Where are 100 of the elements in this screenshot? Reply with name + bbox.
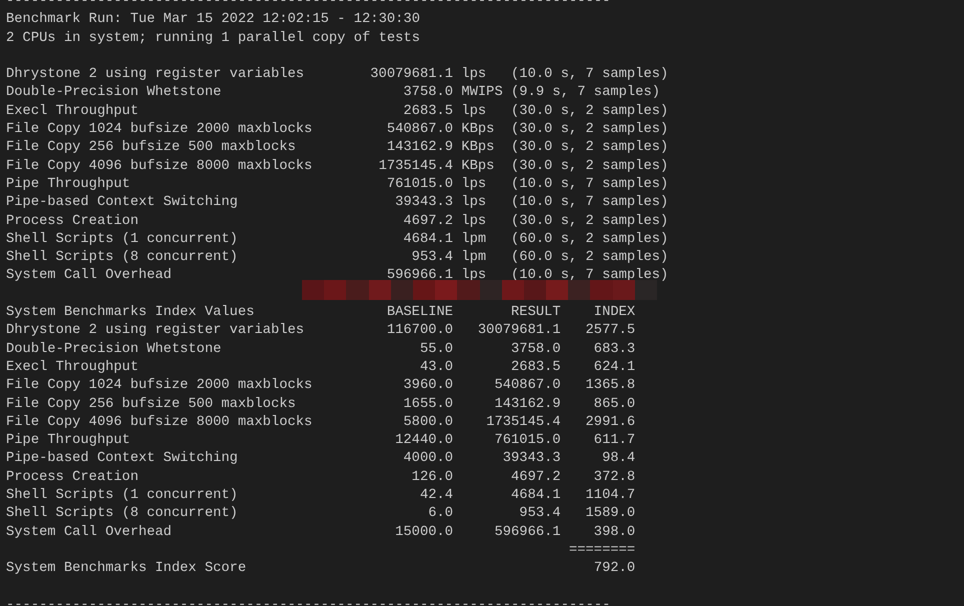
index-value: 624.1 [592, 358, 636, 377]
unit-label: lpm [461, 230, 488, 249]
index-value: 372.8 [592, 468, 636, 487]
test-name: File Copy 4096 bufsize 8000 maxblocks [6, 158, 314, 176]
baseline-value: 43.0 [418, 358, 454, 377]
result-value: 4684.1 [402, 230, 454, 249]
result-value: 2683.5 [402, 102, 454, 121]
test-name: File Copy 1024 bufsize 2000 maxblocks [6, 121, 314, 140]
index-value: 398.0 [592, 524, 636, 542]
sample-info: (10.0 s, 7 samples) [511, 194, 668, 212]
test-name: Process Creation [6, 212, 140, 231]
baseline-value: 116700.0 [386, 322, 454, 340]
index-value: 2991.6 [584, 414, 636, 432]
test-name: File Copy 256 bufsize 500 maxblocks [6, 139, 297, 158]
result-value: 761015.0 [386, 176, 454, 194]
index-value: 1365.8 [584, 377, 636, 396]
unit-label: KBps [461, 139, 496, 158]
column-header: RESULT [510, 304, 561, 322]
baseline-value: 12440.0 [394, 432, 454, 450]
test-name: File Copy 256 bufsize 500 maxblocks [6, 396, 297, 414]
unit-label: lps [461, 66, 488, 84]
result-value: 39343.3 [394, 194, 454, 212]
test-name: Process Creation [6, 468, 140, 487]
unit-label: KBps [461, 121, 496, 140]
unit-label: lps [461, 212, 488, 231]
result-value: 596966.1 [386, 267, 454, 286]
test-name: Pipe-based Context Switching [6, 194, 239, 212]
baseline-value: 15000.0 [394, 524, 454, 542]
baseline-value: 126.0 [410, 468, 454, 487]
separator-line: ------------------------------------------------------------------------- [6, 596, 610, 606]
sample-info: (30.0 s, 2 samples) [511, 102, 668, 121]
result-value: 4697.2 [402, 212, 454, 231]
index-value: 98.4 [601, 450, 636, 468]
index-value: 1104.7 [584, 487, 636, 506]
result-value: 953.4 [518, 505, 561, 524]
test-name: Shell Scripts (1 concurrent) [6, 487, 239, 506]
unit-label: lpm [461, 249, 488, 268]
sample-info: (30.0 s, 2 samples) [511, 121, 668, 140]
test-name: Double-Precision Whetstone [6, 340, 222, 359]
sample-info: (9.9 s, 7 samples) [511, 84, 660, 102]
result-value: 1735145.4 [378, 158, 454, 176]
baseline-value: 3960.0 [402, 377, 454, 396]
sample-info: (30.0 s, 2 samples) [511, 158, 668, 176]
result-value: 143162.9 [386, 139, 454, 158]
result-value: 540867.0 [386, 121, 454, 140]
test-name: Double-Precision Whetstone [6, 84, 222, 102]
result-value: 30079681.1 [369, 66, 454, 84]
sample-info: (10.0 s, 7 samples) [511, 66, 668, 84]
unit-label: MWIPS [461, 84, 504, 102]
test-name: Dhrystone 2 using register variables [6, 322, 306, 340]
result-value: 596966.1 [493, 524, 561, 542]
sample-info: (10.0 s, 7 samples) [511, 176, 668, 194]
sample-info: (10.0 s, 7 samples) [511, 267, 668, 286]
index-value: 611.7 [592, 432, 636, 450]
cpu-info: 2 CPUs in system; running 1 parallel copy of tests [6, 30, 420, 48]
result-value: 4684.1 [510, 487, 561, 506]
sample-info: (60.0 s, 2 samples) [511, 249, 668, 268]
sample-info: (30.0 s, 2 samples) [511, 139, 668, 158]
score-value: 792.0 [592, 560, 636, 578]
result-value: 1735145.4 [485, 414, 561, 432]
test-name: Shell Scripts (8 concurrent) [6, 505, 239, 524]
sample-info: (60.0 s, 2 samples) [511, 230, 668, 249]
test-name: Pipe Throughput [6, 176, 132, 194]
column-header: BASELINE [386, 304, 454, 322]
test-name: File Copy 4096 bufsize 8000 maxblocks [6, 414, 314, 432]
test-name: System Call Overhead [6, 267, 173, 286]
result-value: 761015.0 [493, 432, 561, 450]
total-rule: ======== [568, 542, 636, 560]
index-value: 1589.0 [584, 505, 636, 524]
unit-label: lps [461, 102, 488, 121]
baseline-value: 42.4 [418, 487, 454, 506]
test-name: Execl Throughput [6, 358, 140, 377]
unit-label: lps [461, 267, 488, 286]
sample-info: (30.0 s, 2 samples) [511, 212, 668, 231]
baseline-value: 55.0 [418, 340, 454, 359]
score-label: System Benchmarks Index Score [6, 560, 248, 578]
unit-label: lps [461, 194, 488, 212]
baseline-value: 4000.0 [402, 450, 454, 468]
baseline-value: 1655.0 [402, 396, 454, 414]
result-value: 143162.9 [493, 396, 561, 414]
test-name: Execl Throughput [6, 102, 140, 121]
test-name: File Copy 1024 bufsize 2000 maxblocks [6, 377, 314, 396]
test-name: Shell Scripts (8 concurrent) [6, 249, 239, 268]
test-name: System Call Overhead [6, 524, 173, 542]
result-value: 3758.0 [402, 84, 454, 102]
test-name: Pipe-based Context Switching [6, 450, 239, 468]
separator-line: ------------------------------------------------------------------------- [6, 0, 610, 11]
column-header: System Benchmarks Index Values [6, 304, 256, 322]
test-name: Shell Scripts (1 concurrent) [6, 230, 239, 249]
result-value: 3758.0 [510, 340, 561, 359]
result-value: 39343.3 [502, 450, 561, 468]
test-name: Dhrystone 2 using register variables [6, 66, 306, 84]
result-value: 2683.5 [510, 358, 561, 377]
result-value: 30079681.1 [476, 322, 561, 340]
result-value: 4697.2 [510, 468, 561, 487]
result-value: 540867.0 [493, 377, 561, 396]
baseline-value: 6.0 [427, 505, 454, 524]
column-header: INDEX [592, 304, 636, 322]
unit-label: lps [461, 176, 488, 194]
index-value: 683.3 [592, 340, 636, 359]
